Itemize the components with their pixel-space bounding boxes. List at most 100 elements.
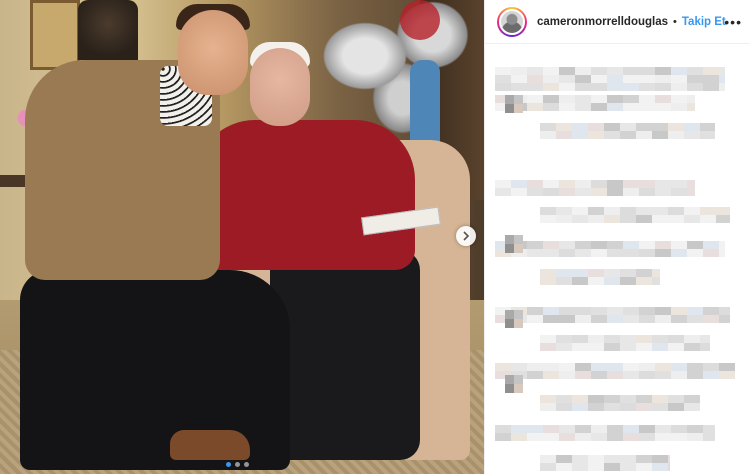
blurred-comment-pixel — [700, 215, 716, 223]
blurred-comment-pixel — [703, 315, 719, 323]
username-link[interactable]: cameronmorrelldouglas — [537, 16, 668, 28]
blurred-comment-pixel — [684, 395, 700, 403]
blurred-comment-pixel — [623, 188, 639, 196]
blurred-comment-pixel — [511, 363, 527, 371]
blurred-avatar-pixel — [505, 235, 514, 244]
blurred-comment-pixel — [591, 180, 607, 188]
blurred-comment-pixel — [639, 433, 655, 441]
blurred-comment-pixel — [588, 269, 604, 277]
post-photo[interactable] — [0, 0, 484, 474]
blurred-comment-pixel — [639, 83, 655, 91]
follow-button[interactable]: Takip Et — [682, 16, 726, 28]
blurred-comment-pixel — [636, 123, 652, 131]
blurred-comment-pixel — [540, 131, 556, 139]
blurred-comment-pixel — [719, 249, 725, 257]
blurred-comment-pixel — [556, 215, 572, 223]
blurred-comment-pixel — [604, 403, 620, 411]
blurred-avatar-pixel — [505, 95, 514, 104]
blurred-comment-pixel — [559, 83, 575, 91]
blurred-comment-pixel — [684, 131, 700, 139]
blurred-comment-pixel — [604, 269, 620, 277]
blurred-comment-pixel — [572, 123, 588, 131]
blurred-comment-pixel — [623, 103, 639, 111]
blurred-comment-pixel — [687, 180, 695, 188]
blurred-comment-pixel — [668, 463, 670, 471]
blurred-comment-pixel — [719, 363, 735, 371]
blurred-comment-pixel — [543, 241, 559, 249]
blurred-comment-pixel — [639, 425, 655, 433]
photo-shoe — [170, 430, 250, 460]
blurred-comment-pixel — [556, 123, 572, 131]
blurred-comment-pixel — [655, 188, 671, 196]
blurred-comment-pixel — [543, 433, 559, 441]
blurred-comment-pixel — [495, 188, 511, 196]
blurred-comment-pixel — [620, 463, 636, 471]
blurred-comment-pixel — [511, 75, 527, 83]
blurred-comment-pixel — [588, 343, 604, 351]
blurred-comment-pixel — [655, 371, 671, 379]
blurred-comment-pixel — [556, 277, 572, 285]
blurred-comment-pixel — [687, 307, 703, 315]
blurred-comment-pixel — [620, 269, 636, 277]
blurred-comment-pixel — [543, 67, 559, 75]
blurred-comment-pixel — [636, 455, 652, 463]
blurred-comment-pixel — [591, 371, 607, 379]
blurred-comment-pixel — [687, 249, 703, 257]
blurred-comment-pixel — [540, 215, 556, 223]
blurred-comment-pixel — [591, 315, 607, 323]
blurred-comment-pixel — [636, 207, 652, 215]
blurred-comment-pixel — [636, 215, 652, 223]
blurred-comment-pixel — [543, 83, 559, 91]
blurred-comment-pixel — [543, 75, 559, 83]
photo-red-balloon — [400, 0, 440, 40]
blurred-comment-pixel — [572, 343, 588, 351]
blurred-comment-pixel — [527, 67, 543, 75]
blurred-comment-pixel — [684, 335, 700, 343]
blurred-comment-pixel — [540, 269, 556, 277]
blurred-comment-pixel — [543, 180, 559, 188]
blurred-comment-pixel — [607, 371, 623, 379]
photo-elder-face — [250, 48, 310, 126]
blurred-comment-pixel — [652, 131, 668, 139]
avatar[interactable] — [497, 6, 527, 37]
blurred-comment-pixel — [636, 277, 652, 285]
blurred-comment-pixel — [588, 131, 604, 139]
blurred-comment-pixel — [703, 67, 719, 75]
blurred-comment-pixel — [620, 455, 636, 463]
blurred-comment-pixel — [639, 363, 655, 371]
blurred-comment-pixel — [543, 371, 559, 379]
blurred-comment-pixel — [607, 433, 623, 441]
blurred-avatar-pixel — [514, 319, 523, 328]
blurred-comment-pixel — [620, 207, 636, 215]
blurred-comment-pixel — [575, 95, 591, 103]
blurred-comment-pixel — [604, 123, 620, 131]
blurred-comment-pixel — [703, 307, 719, 315]
blurred-comment-pixel — [591, 103, 607, 111]
blurred-comment-pixel — [636, 395, 652, 403]
blurred-comment-pixel — [703, 425, 715, 433]
blurred-comment-pixel — [495, 363, 511, 371]
blurred-comment-pixel — [687, 315, 703, 323]
blurred-comment-pixel — [668, 343, 684, 351]
blurred-comment-pixel — [623, 371, 639, 379]
blurred-comment-pixel — [655, 75, 671, 83]
blurred-comment-pixel — [639, 371, 655, 379]
blurred-comment-pixel — [559, 307, 575, 315]
more-options-icon[interactable]: ••• — [724, 14, 742, 30]
blurred-avatar-pixel — [505, 104, 514, 113]
carousel-next-button[interactable] — [456, 226, 476, 246]
blurred-comment-pixel — [703, 83, 719, 91]
blurred-comment-pixel — [719, 67, 725, 75]
blurred-comment-pixel — [687, 425, 703, 433]
blurred-comment-pixel — [652, 269, 660, 277]
blurred-comment-pixel — [719, 315, 730, 323]
blurred-comment-pixel — [527, 363, 543, 371]
blurred-comment-pixel — [559, 371, 575, 379]
blurred-comment-pixel — [703, 371, 719, 379]
blurred-comment-pixel — [559, 425, 575, 433]
blurred-comment-pixel — [527, 188, 543, 196]
blurred-comment-pixel — [588, 207, 604, 215]
blurred-comment-pixel — [684, 215, 700, 223]
blurred-comment-pixel — [511, 180, 527, 188]
blurred-comment-pixel — [591, 83, 607, 91]
